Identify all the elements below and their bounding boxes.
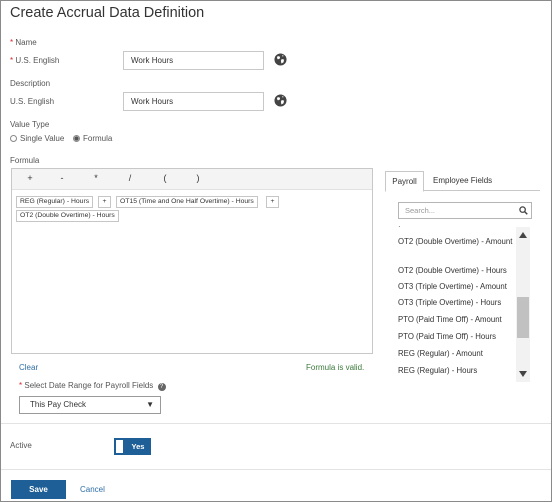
field-list-item[interactable]: OT2 (Double Overtime) - Hours: [398, 265, 516, 276]
formula-label: Formula: [10, 156, 40, 165]
required-marker: *: [19, 381, 23, 390]
operator-toolbar: + - * / ( ): [12, 169, 372, 190]
divider: [1, 423, 551, 424]
toggle-text: Yes: [131, 442, 145, 451]
scroll-up-icon[interactable]: [519, 232, 527, 238]
scrollbar-thumb[interactable]: [517, 297, 529, 338]
help-icon[interactable]: ?: [157, 383, 166, 391]
field-search-input[interactable]: Search...: [398, 202, 532, 219]
scroll-down-icon[interactable]: [519, 371, 527, 377]
field-list-item[interactable]: OT2 (Double Overtime) - Amount: [398, 236, 516, 247]
formula-editor[interactable]: + - * / ( ) REG (Regular) - Hours + OT15…: [11, 168, 373, 354]
toggle-knob: [116, 440, 123, 453]
field-list-item[interactable]: REG (Regular) - Amount: [398, 348, 516, 359]
formula-status: Formula is valid.: [306, 363, 365, 372]
operator-multiply-button[interactable]: *: [89, 173, 103, 183]
radio-single-value[interactable]: Single Value: [10, 134, 64, 143]
formula-token[interactable]: OT2 (Double Overtime) - Hours: [16, 210, 119, 222]
globe-icon[interactable]: [274, 53, 287, 66]
field-list-item[interactable]: PTO (Paid Time Off) - Amount: [398, 314, 516, 325]
operator-open-paren-button[interactable]: (: [158, 173, 172, 183]
dropdown-caret-icon: ▼: [146, 400, 154, 409]
tab-payroll[interactable]: Payroll: [385, 171, 424, 192]
operator-minus-button[interactable]: -: [55, 173, 69, 183]
clear-link[interactable]: Clear: [19, 363, 38, 372]
active-label: Active: [10, 441, 32, 450]
field-list-item[interactable]: PTO (Paid Time Off) - Hours: [398, 331, 516, 342]
description-language-label: U.S. English: [10, 97, 55, 106]
operator-close-paren-button[interactable]: ): [191, 173, 205, 183]
tab-employee-fields[interactable]: Employee Fields: [433, 171, 492, 191]
formula-token[interactable]: OT15 (Time and One Half Overtime) - Hour…: [116, 196, 258, 208]
globe-icon[interactable]: [274, 94, 287, 107]
radio-formula[interactable]: Formula: [73, 134, 112, 143]
date-range-select[interactable]: This Pay Check ▼: [19, 396, 161, 414]
radio-circle[interactable]: [10, 135, 17, 142]
description-input[interactable]: Work Hours: [123, 92, 264, 111]
name-section-label: * Name: [10, 38, 37, 47]
field-list-item[interactable]: OT3 (Triple Overtime) - Amount: [398, 281, 516, 292]
dialog-frame: Create Accrual Data Definition * Name * …: [0, 0, 552, 502]
name-language-label: * U.S. English: [10, 56, 60, 65]
search-icon[interactable]: [519, 206, 528, 215]
formula-token-operator[interactable]: +: [98, 196, 111, 208]
footer-divider: [1, 469, 551, 470]
radio-circle-selected[interactable]: [73, 135, 80, 142]
value-type-label: Value Type: [10, 120, 50, 129]
active-toggle[interactable]: Yes: [114, 438, 151, 455]
formula-token-operator[interactable]: +: [266, 196, 279, 208]
name-input[interactable]: Work Hours: [123, 51, 264, 70]
required-marker: *: [10, 38, 14, 47]
date-range-label: * Select Date Range for Payroll Fields ?: [19, 381, 166, 391]
field-list-item[interactable]: OT3 (Triple Overtime) - Hours: [398, 297, 516, 308]
required-marker: *: [10, 56, 14, 65]
description-section-label: Description: [10, 79, 51, 88]
field-list-item[interactable]: REG (Regular) - Hours: [398, 365, 516, 376]
save-button[interactable]: Save: [11, 480, 66, 499]
operator-plus-button[interactable]: +: [23, 173, 37, 183]
formula-token[interactable]: REG (Regular) - Hours: [16, 196, 94, 208]
operator-divide-button[interactable]: /: [123, 173, 137, 183]
page-title: Create Accrual Data Definition: [10, 5, 205, 21]
field-list-item-partial[interactable]: ·: [398, 225, 516, 230]
cancel-button[interactable]: Cancel: [80, 480, 105, 499]
